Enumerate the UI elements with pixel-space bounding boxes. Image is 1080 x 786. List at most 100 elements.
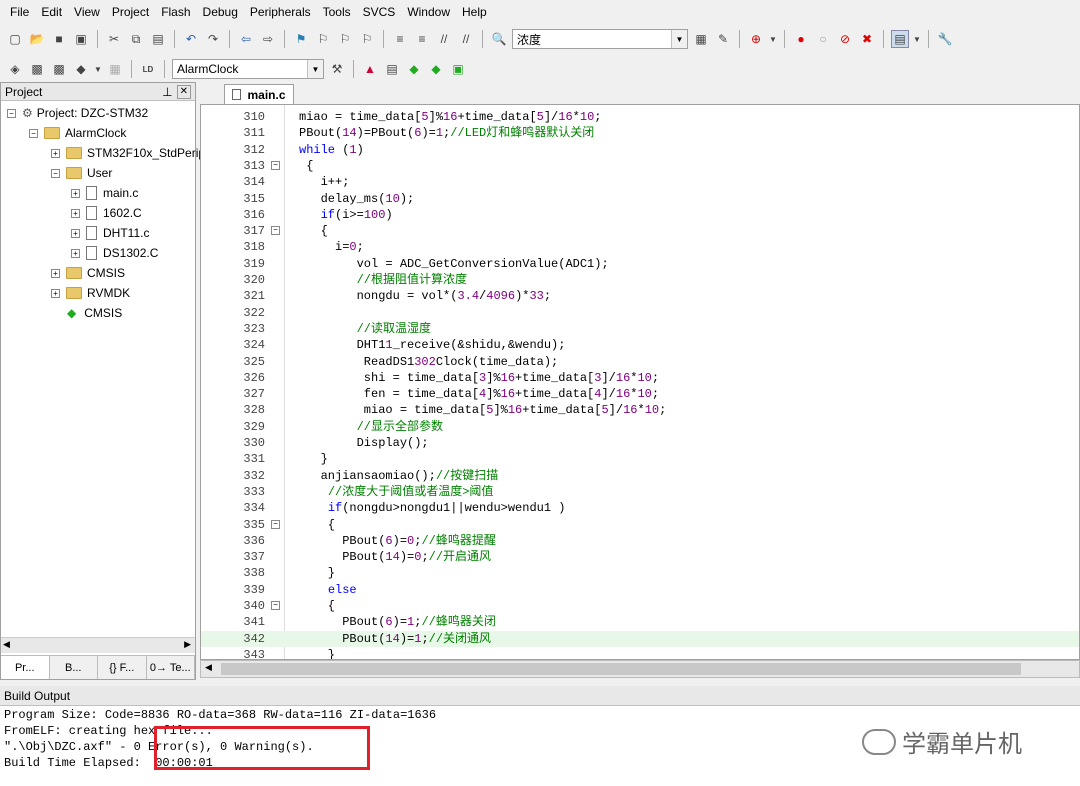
collapse-icon[interactable]: −	[7, 108, 16, 118]
expand-icon[interactable]: +	[71, 208, 80, 218]
code-editor[interactable]: 310 miao = time_data[5]%16+time_data[5]/1…	[200, 104, 1080, 660]
wrench-icon[interactable]: 🔧	[936, 30, 954, 48]
menu-item[interactable]: Window	[401, 5, 456, 19]
tree-file[interactable]: +1602.C	[71, 203, 142, 223]
disable-breakpoint-icon[interactable]: ○	[814, 30, 832, 48]
tree-root[interactable]: − ⚙ Project: DZC-STM32	[7, 103, 148, 123]
tree-group[interactable]: + STM32F10x_StdPeriph	[51, 143, 212, 163]
bookmark-prev-icon[interactable]: ⚐	[314, 30, 332, 48]
chevron-down-icon[interactable]: ▼	[307, 60, 323, 78]
select-packs-icon[interactable]: ◆	[427, 60, 445, 78]
cut-icon[interactable]: ✂	[105, 30, 123, 48]
bookmark-clear-icon[interactable]: ⚐	[358, 30, 376, 48]
translate-icon[interactable]: ◈	[6, 60, 24, 78]
scroll-left-icon[interactable]: ◀	[3, 639, 10, 650]
copy-icon[interactable]: ⧉	[127, 30, 145, 48]
find-in-files-icon[interactable]: 🔍	[490, 30, 508, 48]
editor-hscroll[interactable]: ◀	[200, 660, 1080, 678]
debug-session-icon[interactable]: ⊕	[747, 30, 765, 48]
expand-icon[interactable]: +	[71, 228, 80, 238]
undo-icon[interactable]: ↶	[182, 30, 200, 48]
expand-icon[interactable]: +	[51, 288, 60, 298]
menu-item[interactable]: Tools	[317, 5, 357, 19]
tab-main-c[interactable]: main.c	[224, 84, 294, 104]
pack-installer-icon[interactable]: ◆	[405, 60, 423, 78]
redo-icon[interactable]: ↷	[204, 30, 222, 48]
target-select[interactable]: AlarmClock ▼	[172, 59, 324, 79]
tree-target[interactable]: − AlarmClock	[29, 123, 126, 143]
tree-file[interactable]: + main.c	[71, 183, 138, 203]
file-extensions-icon[interactable]: ▤	[383, 60, 401, 78]
code-line: 336 PBout(6)=0;//蜂鸣器提醒	[201, 533, 1079, 549]
fold-marker-icon[interactable]: −	[271, 226, 280, 236]
scroll-right-icon[interactable]: ▶	[184, 639, 191, 650]
save-icon[interactable]: ■	[50, 30, 68, 48]
expand-icon[interactable]: +	[71, 188, 80, 198]
tab-project[interactable]: Pr...	[1, 656, 50, 679]
tree-file[interactable]: + DS1302.C	[71, 243, 158, 263]
close-icon[interactable]: ✕	[176, 84, 191, 99]
paste-icon[interactable]: ▤	[149, 30, 167, 48]
expand-icon[interactable]: +	[51, 268, 60, 278]
collapse-icon[interactable]: −	[29, 128, 38, 138]
menu-item[interactable]: SVCS	[357, 5, 402, 19]
chevron-down-icon[interactable]: ▼	[671, 30, 687, 48]
build-icon[interactable]: ▩	[28, 60, 46, 78]
menu-item[interactable]: Project	[106, 5, 155, 19]
menu-item[interactable]: Peripherals	[244, 5, 317, 19]
incremental-find-icon[interactable]: ✎	[714, 30, 732, 48]
chevron-down-icon[interactable]: ▼	[94, 60, 102, 78]
tree-group[interactable]: + CMSIS	[51, 263, 125, 283]
stop-build-icon[interactable]: ▦	[106, 60, 124, 78]
tab-templates[interactable]: 0→ Te...	[147, 656, 195, 679]
scroll-thumb[interactable]	[221, 663, 1021, 675]
disable-all-breakpoints-icon[interactable]: ⊘	[836, 30, 854, 48]
indent-icon[interactable]: ≡	[391, 30, 409, 48]
run-time-env-icon[interactable]: ▣	[449, 60, 467, 78]
bookmark-icon[interactable]: ⚑	[292, 30, 310, 48]
save-all-icon[interactable]: ▣	[72, 30, 90, 48]
tab-books[interactable]: B...	[50, 656, 98, 679]
find-icon[interactable]: ▦	[692, 30, 710, 48]
tab-functions[interactable]: {} F...	[98, 656, 147, 679]
chevron-down-icon[interactable]: ▼	[913, 30, 921, 48]
fold-marker-icon[interactable]: −	[271, 160, 280, 170]
pin-icon[interactable]: ⊥	[162, 85, 172, 99]
tree-group[interactable]: + RVMDK	[51, 283, 130, 303]
menu-item[interactable]: Edit	[35, 5, 68, 19]
scroll-left-icon[interactable]: ◀	[205, 662, 212, 673]
breakpoint-icon[interactable]: ●	[792, 30, 810, 48]
chevron-down-icon[interactable]: ▼	[769, 30, 777, 48]
new-file-icon[interactable]: ▢	[6, 30, 24, 48]
batch-build-icon[interactable]: ◆	[72, 60, 90, 78]
expand-icon[interactable]: +	[51, 148, 60, 158]
menu-item[interactable]: Debug	[197, 5, 244, 19]
tree-component[interactable]: ◆ CMSIS	[67, 303, 122, 323]
separator	[883, 30, 884, 48]
target-options-icon[interactable]: ⚒	[328, 60, 346, 78]
tree-file[interactable]: + DHT11.c	[71, 223, 149, 243]
load-icon[interactable]: LD	[139, 60, 157, 78]
menu-item[interactable]: File	[4, 5, 35, 19]
menu-item[interactable]: Flash	[155, 5, 196, 19]
rebuild-icon[interactable]: ▩	[50, 60, 68, 78]
nav-back-icon[interactable]: ⇦	[237, 30, 255, 48]
collapse-icon[interactable]: −	[51, 168, 60, 178]
tree-group[interactable]: − User	[51, 163, 112, 183]
fold-marker-icon[interactable]: −	[271, 601, 280, 610]
unindent-icon[interactable]: ≡	[413, 30, 431, 48]
kill-all-breakpoints-icon[interactable]: ✖	[858, 30, 876, 48]
project-hscroll[interactable]: ◀ ▶	[1, 637, 195, 653]
comment-icon[interactable]: //	[435, 30, 453, 48]
bookmark-next-icon[interactable]: ⚐	[336, 30, 354, 48]
uncomment-icon[interactable]: //	[457, 30, 475, 48]
search-combo[interactable]: 浓度 ▼	[512, 29, 688, 49]
menu-item[interactable]: View	[68, 5, 106, 19]
window-layout-icon[interactable]: ▤	[891, 30, 909, 48]
open-folder-icon[interactable]: 📂	[28, 30, 46, 48]
menu-item[interactable]: Help	[456, 5, 493, 19]
manage-components-icon[interactable]: ▲	[361, 60, 379, 78]
nav-forward-icon[interactable]: ⇨	[259, 30, 277, 48]
fold-marker-icon[interactable]: −	[271, 519, 280, 529]
expand-icon[interactable]: +	[71, 248, 80, 258]
